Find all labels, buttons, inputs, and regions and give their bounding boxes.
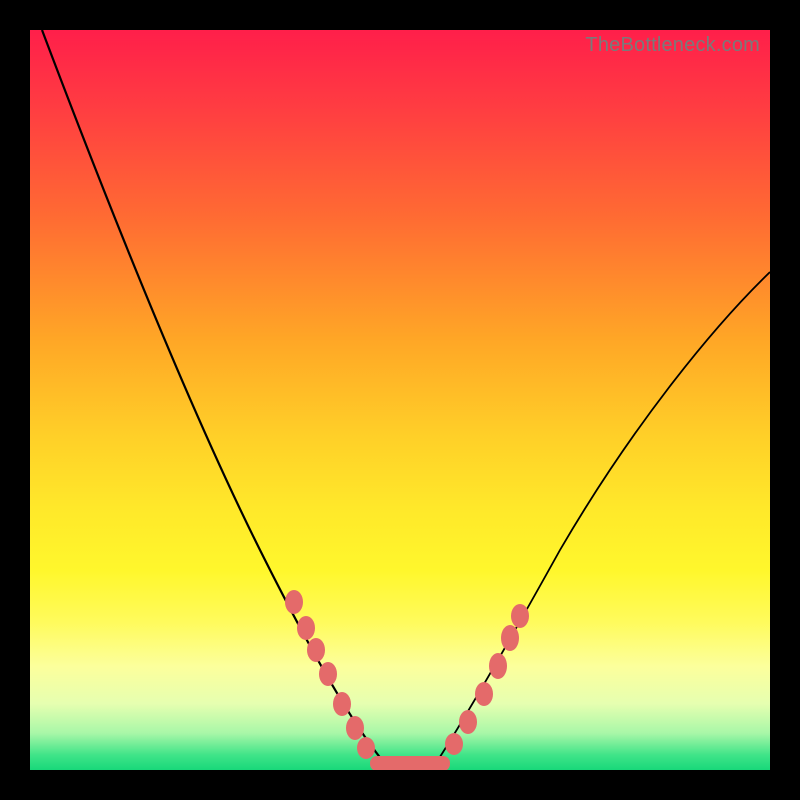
bead-right-3 <box>475 682 493 706</box>
bead-left-4 <box>319 662 337 686</box>
bead-right-5 <box>501 625 519 651</box>
bottom-bead-bar <box>370 756 450 770</box>
bead-left-6 <box>346 716 364 740</box>
bead-left-3 <box>307 638 325 662</box>
bead-right-6 <box>511 604 529 628</box>
chart-frame: TheBottleneck.com <box>0 0 800 800</box>
plot-area: TheBottleneck.com <box>30 30 770 770</box>
chart-svg <box>30 30 770 770</box>
bead-right-1 <box>445 733 463 755</box>
bead-right-2 <box>459 710 477 734</box>
bead-left-7 <box>357 737 375 759</box>
curve-left <box>42 30 382 760</box>
bead-left-2 <box>297 616 315 640</box>
bead-left-1 <box>285 590 303 614</box>
bead-left-5 <box>333 692 351 716</box>
bead-right-4 <box>489 653 507 679</box>
